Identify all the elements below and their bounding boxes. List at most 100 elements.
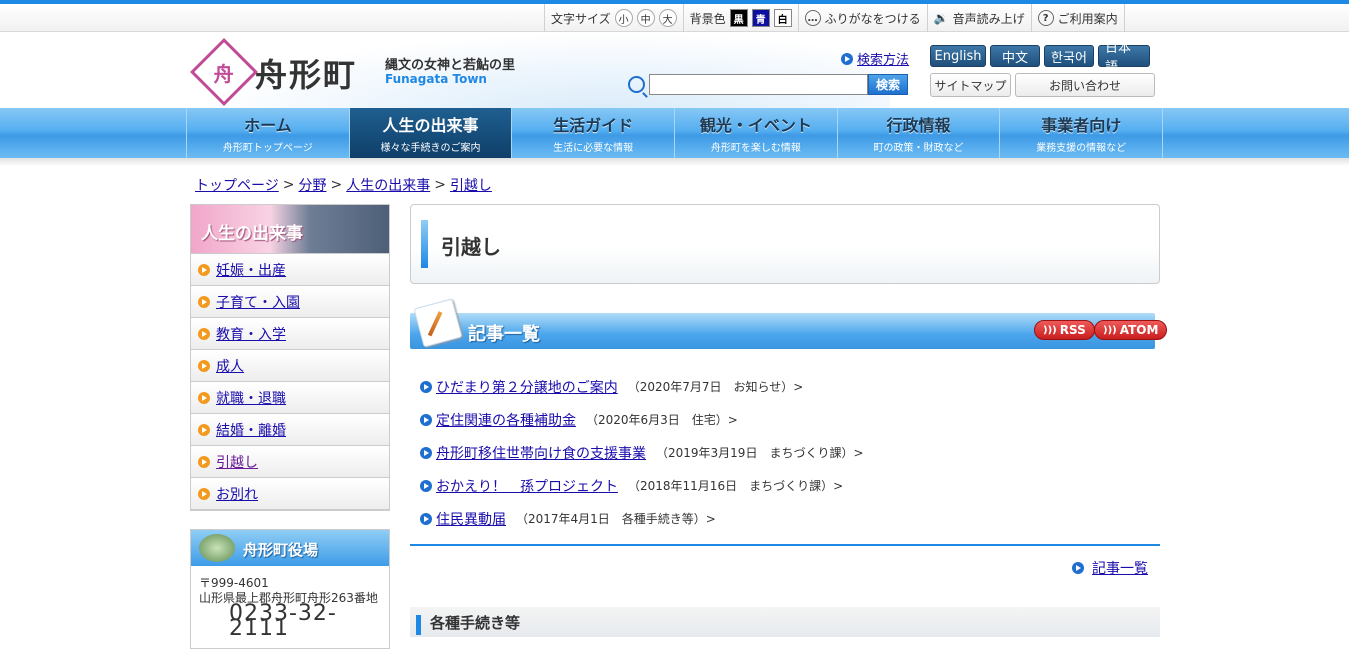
- town-office-box: 舟形町役場 〒999-4601 山形県最上郡舟形町舟形263番地 0233-32…: [190, 529, 390, 649]
- arrow-bullet-icon: [420, 512, 432, 525]
- atom-feed-button[interactable]: ))) ATOM: [1094, 320, 1168, 340]
- search-input[interactable]: [649, 74, 868, 95]
- gnav-home[interactable]: ホーム 舟形町トップページ: [187, 108, 350, 158]
- lang-chinese-button[interactable]: 中文: [990, 45, 1040, 67]
- search-help-text[interactable]: 検索方法: [857, 49, 909, 68]
- article-link[interactable]: 舟形町移住世帯向け食の支援事業: [436, 443, 646, 463]
- side-item-moving[interactable]: 引越し: [191, 446, 389, 478]
- gnav-sub-label: 舟形町を楽しむ情報: [710, 143, 801, 154]
- rss-label: RSS: [1059, 323, 1086, 337]
- side-item-childcare[interactable]: 子育て・入園: [191, 286, 389, 318]
- gnav-life-events[interactable]: 人生の出来事 様々な手続きのご案内: [349, 108, 513, 158]
- arrow-bullet-icon: [420, 413, 432, 426]
- search-icon: [628, 76, 645, 93]
- breadcrumb-current[interactable]: 引越し: [450, 175, 492, 195]
- more-articles-text[interactable]: 記事一覧: [1092, 558, 1148, 578]
- breadcrumb-separator: >: [330, 177, 343, 193]
- furigana-button[interactable]: … ふりがなをつける: [799, 4, 928, 32]
- arrow-bullet-icon: [198, 360, 210, 372]
- lang-korean-button[interactable]: 한국어: [1044, 45, 1094, 67]
- speech-button[interactable]: 🔉 音声読み上げ: [928, 4, 1032, 32]
- side-item-adult[interactable]: 成人: [191, 350, 389, 382]
- emblem-glyph: 舟: [214, 61, 234, 86]
- site-header: 舟 舟形町 縄文の女神と若鮎の里 Funagata Town 検索方法 検索 E…: [0, 32, 1349, 108]
- breadcrumb-top[interactable]: トップページ: [195, 175, 279, 195]
- gnav-main-label: 観光・イベント: [699, 116, 812, 135]
- zip-code: 〒999-4601: [199, 576, 269, 590]
- catchphrase-ja: 縄文の女神と若鮎の里: [385, 58, 516, 73]
- side-item-label[interactable]: 引越し: [216, 452, 258, 472]
- list-item: 舟形町移住世帯向け食の支援事業 （2019年3月19日 まちづくり課）>: [420, 436, 864, 469]
- article-link[interactable]: ひだまり第２分譲地のご案内: [436, 377, 618, 397]
- title-accent-bar: [421, 220, 428, 268]
- side-item-label[interactable]: 教育・入学: [216, 324, 286, 344]
- arrow-bullet-icon: [841, 52, 853, 65]
- side-item-label[interactable]: 子育て・入園: [216, 292, 300, 312]
- gnav-sub-label: 業務支援の情報など: [1036, 143, 1127, 154]
- section-title: 各種手続き等: [430, 614, 521, 632]
- font-size-large-button[interactable]: 大: [658, 9, 677, 27]
- side-item-label[interactable]: 就職・退職: [216, 388, 286, 408]
- utility-bar: 文字サイズ 小 中 大 背景色 黒 青 白 … ふりがなをつける 🔉 音声読み上…: [0, 4, 1349, 32]
- contact-button[interactable]: お問い合わせ: [1015, 73, 1155, 97]
- gnav-tourism[interactable]: 観光・イベント舟形町を楽しむ情報: [675, 108, 838, 158]
- side-item-farewell[interactable]: お別れ: [191, 478, 389, 510]
- bg-black-button[interactable]: 黒: [729, 9, 748, 27]
- rss-feed-button[interactable]: ))) RSS: [1034, 320, 1095, 340]
- side-item-label[interactable]: お別れ: [216, 484, 258, 504]
- bg-blue-button[interactable]: 青: [751, 9, 770, 27]
- atom-label: ATOM: [1119, 323, 1159, 337]
- side-item-employment[interactable]: 就職・退職: [191, 382, 389, 414]
- sitemap-button[interactable]: サイトマップ: [930, 73, 1011, 97]
- lang-japanese-button[interactable]: 日本語: [1098, 41, 1150, 75]
- gnav-sub-label: 舟形町トップページ: [222, 143, 313, 154]
- breadcrumb-field[interactable]: 分野: [298, 175, 326, 195]
- list-item: 定住関連の各種補助金 （2020年6月3日 住宅）>: [420, 403, 864, 436]
- town-office-address: 〒999-4601 山形県最上郡舟形町舟形263番地 0233-32-2111: [191, 566, 389, 646]
- section-procedures-header: 各種手続き等: [410, 607, 1160, 637]
- font-size-medium-button[interactable]: 中: [636, 9, 655, 27]
- more-articles-link[interactable]: 記事一覧: [1072, 558, 1148, 578]
- gnav-sub-label: 生活に必要な情報: [553, 143, 634, 154]
- bg-white-button[interactable]: 白: [773, 9, 792, 27]
- site-logo-text[interactable]: 舟形町: [255, 50, 357, 96]
- font-size-small-button[interactable]: 小: [614, 9, 633, 27]
- gnav-administration[interactable]: 行政情報町の政策・財政など: [838, 108, 1001, 158]
- guide-button[interactable]: ? ご利用案内: [1032, 4, 1125, 32]
- search-button[interactable]: 検索: [868, 74, 908, 95]
- article-meta: （2020年7月7日 お知らせ）>: [627, 380, 804, 394]
- arrow-bullet-icon: [198, 296, 210, 308]
- side-menu-title: 人生の出来事: [201, 224, 303, 244]
- article-list-title: 記事一覧: [468, 324, 540, 345]
- gnav-sub-label: 町の政策・財政など: [873, 143, 964, 154]
- article-link[interactable]: 住民異動届: [436, 509, 506, 529]
- gnav-main-label: 行政情報: [886, 116, 951, 135]
- side-item-label[interactable]: 成人: [216, 356, 244, 376]
- gnav-main-label: 事業者向け: [1041, 116, 1122, 135]
- arrow-bullet-icon: [420, 380, 432, 393]
- arrow-bullet-icon: [420, 479, 432, 492]
- side-item-education[interactable]: 教育・入学: [191, 318, 389, 350]
- arrow-bullet-icon: [198, 488, 210, 500]
- lang-english-button[interactable]: English: [930, 45, 986, 67]
- speaker-icon: 🔉: [933, 11, 949, 25]
- gnav-business[interactable]: 事業者向け業務支援の情報など: [1000, 108, 1164, 158]
- town-office-title: 舟形町役場: [243, 541, 319, 559]
- side-item-pregnancy[interactable]: 妊娠・出産: [191, 254, 389, 286]
- feed-icon: ))): [1103, 324, 1117, 336]
- speech-bubble-icon: …: [804, 10, 821, 26]
- gnav-living-guide[interactable]: 生活ガイド 生活に必要な情報: [512, 108, 676, 158]
- article-meta: （2020年6月3日 住宅）>: [586, 413, 738, 427]
- list-item: 住民異動届 （2017年4月1日 各種手続き等）>: [420, 502, 864, 535]
- breadcrumb-life-events[interactable]: 人生の出来事: [346, 175, 430, 195]
- nav-shadow: [0, 158, 1349, 166]
- article-link[interactable]: おかえり！ 孫プロジェクト: [436, 476, 618, 496]
- side-item-marriage[interactable]: 結婚・離婚: [191, 414, 389, 446]
- side-item-label[interactable]: 結婚・離婚: [216, 420, 286, 440]
- article-link[interactable]: 定住関連の各種補助金: [436, 410, 576, 430]
- search-help-link[interactable]: 検索方法: [841, 49, 909, 68]
- catchphrase-en: Funagata Town: [385, 72, 487, 86]
- side-item-label[interactable]: 妊娠・出産: [216, 260, 286, 280]
- side-menu-list: 妊娠・出産 子育て・入園 教育・入学 成人 就職・退職 結婚・離婚 引越し お別…: [190, 254, 390, 511]
- arrow-bullet-icon: [198, 456, 210, 468]
